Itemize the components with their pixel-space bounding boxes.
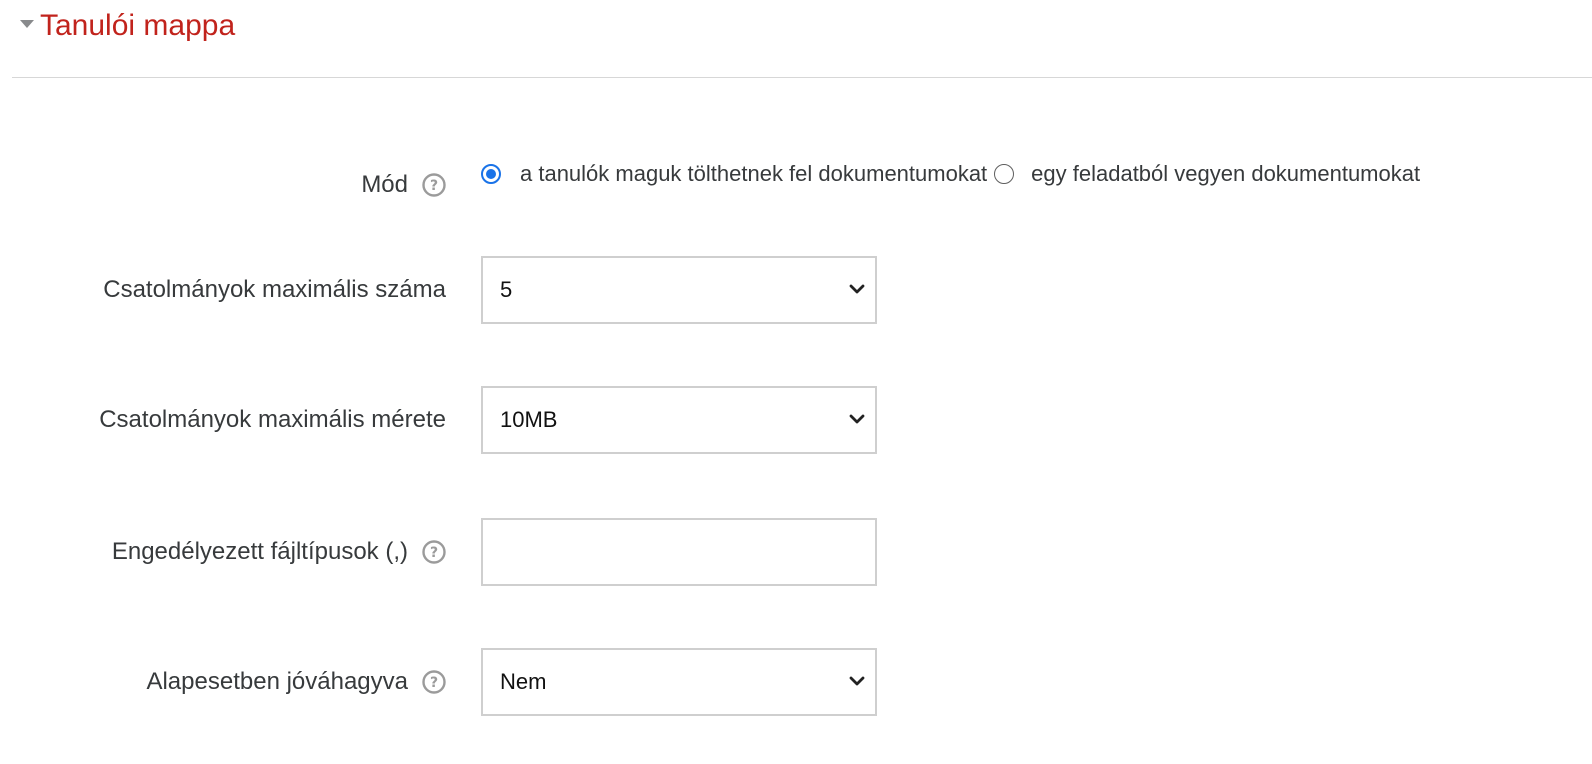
help-icon[interactable]: ? [422,670,446,694]
chevron-down-icon [849,676,865,686]
mode-radio-group: a tanulók maguk tölthetnek fel dokumentu… [481,161,1420,187]
chevron-down-icon [849,284,865,294]
max-size-label-cell: Csatolmányok maximális mérete [0,406,446,434]
mode-option-upload-label: a tanulók maguk tölthetnek fel dokumentu… [520,161,988,186]
max-size-control: 10MB [481,386,877,454]
max-attachments-select[interactable]: 5 [481,256,877,324]
file-types-row: Engedélyezett fájltípusok (,) ? [0,517,1592,587]
approved-default-row: Alapesetben jóváhagyva ? Nem [0,647,1592,717]
file-types-input[interactable] [481,518,877,586]
approved-default-label: Alapesetben jóváhagyva [146,668,408,695]
svg-text:?: ? [430,178,438,194]
approved-default-select[interactable]: Nem [481,648,877,716]
approved-default-value: Nem [500,669,547,694]
max-size-value: 10MB [500,407,558,432]
mode-option-assignment-label: egy feladatból vegyen dokumentumokat [1031,161,1421,186]
svg-text:?: ? [430,675,438,691]
svg-text:?: ? [430,545,438,561]
mode-label: Mód [361,171,408,198]
mode-label-cell: Mód ? [0,171,446,199]
max-size-row: Csatolmányok maximális mérete 10MB [0,385,1592,455]
radio-upload[interactable] [481,164,501,184]
max-attachments-row: Csatolmányok maximális száma 5 [0,255,1592,325]
file-types-label: Engedélyezett fájltípusok (,) [111,538,408,565]
section-title[interactable]: Tanulói mappa [40,6,235,46]
approved-default-label-cell: Alapesetben jóváhagyva ? [0,668,446,696]
file-types-control [481,518,877,586]
section-divider [12,77,1592,78]
help-icon[interactable]: ? [422,540,446,564]
max-attachments-value: 5 [500,277,513,302]
help-icon[interactable]: ? [422,173,446,197]
mode-option-assignment[interactable]: egy feladatból vegyen dokumentumokat [994,161,1420,187]
radio-assignment[interactable] [994,164,1015,184]
max-attachments-label: Csatolmányok maximális száma [103,276,446,303]
max-size-select[interactable]: 10MB [481,386,877,454]
mode-row: Mód ? a tanulók maguk tölthetnek fel dok… [0,155,1592,215]
file-types-label-cell: Engedélyezett fájltípusok (,) ? [0,538,446,566]
approved-default-control: Nem [481,648,877,716]
chevron-down-icon [849,414,865,424]
max-attachments-control: 5 [481,256,877,324]
section-toggle[interactable]: Tanulói mappa [20,6,235,46]
caret-down-icon[interactable] [20,20,34,28]
mode-option-upload[interactable]: a tanulók maguk tölthetnek fel dokumentu… [481,161,987,187]
max-size-label: Csatolmányok maximális mérete [99,406,446,433]
max-attachments-label-cell: Csatolmányok maximális száma [0,276,446,304]
